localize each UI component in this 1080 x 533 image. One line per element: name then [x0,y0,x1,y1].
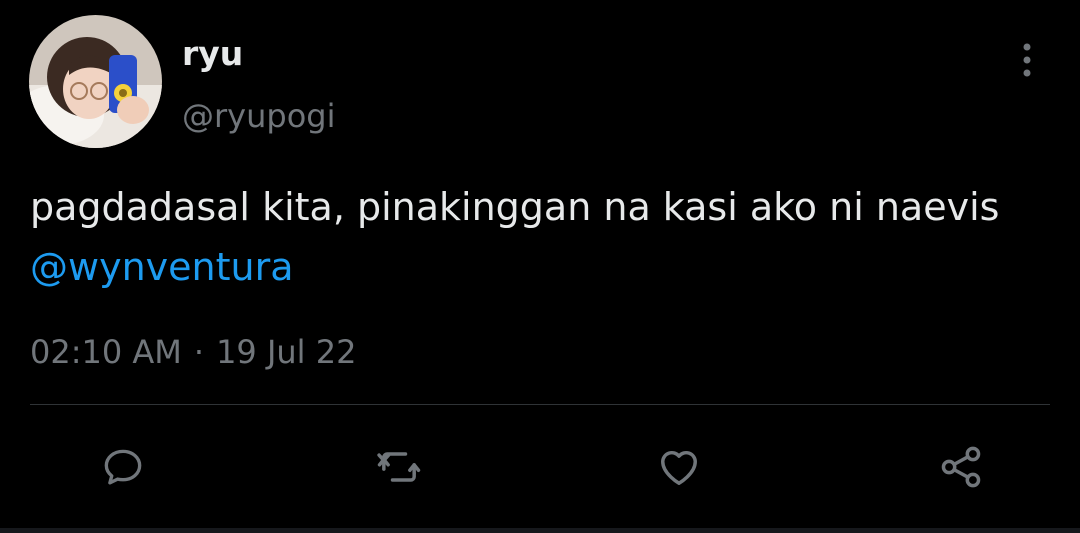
tweet-text: pagdadasal kita, pinakinggan na kasi ako… [30,177,1040,297]
display-name[interactable]: ryu [182,34,243,74]
like-button[interactable] [653,441,705,493]
avatar[interactable] [29,15,162,148]
more-vertical-icon [1023,43,1031,77]
tweet-date[interactable]: 19 Jul 22 [216,333,356,371]
more-options-button[interactable] [1005,36,1049,84]
tweet-timestamp: 02:10 AM · 19 Jul 22 [30,330,356,374]
heart-icon [661,450,697,485]
speech-bubble-icon [104,449,142,485]
tweet-time[interactable]: 02:10 AM [30,333,182,371]
tweet-body: pagdadasal kita, pinakinggan na kasi ako… [30,185,1000,229]
retweet-button[interactable] [373,441,425,493]
reply-button[interactable] [97,441,149,493]
meta-separator: · [193,333,205,371]
retweet-arrows-icon [377,452,421,482]
share-button[interactable] [935,441,987,493]
share-nodes-icon [941,446,981,488]
mention-link[interactable]: @wynventura [30,245,294,289]
avatar-photo [29,15,162,148]
bottom-edge [0,528,1080,533]
tweet-card: ryu @ryupogi pagdadasal kita, pinakingga… [0,0,1080,533]
user-handle[interactable]: @ryupogi [182,96,335,136]
divider [30,404,1050,405]
